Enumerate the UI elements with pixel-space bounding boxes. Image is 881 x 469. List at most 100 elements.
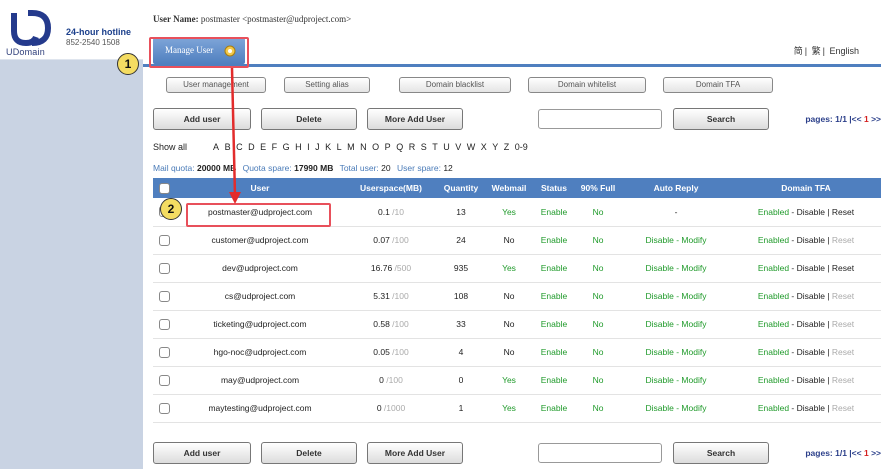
auto-reply-link[interactable]: Disable - Modify — [646, 319, 707, 329]
pagination-next[interactable]: >> — [869, 114, 881, 124]
tfa-disable-link[interactable]: - Disable | — [789, 235, 832, 245]
tfa-disable-link[interactable]: - Disable | — [789, 375, 832, 385]
search-input[interactable] — [538, 109, 662, 129]
letter-filter-item[interactable]: F — [272, 142, 278, 152]
letter-filter-item[interactable]: S — [421, 142, 427, 152]
tfa-disable-link[interactable]: - Disable | — [789, 319, 832, 329]
more-add-user-button-bottom[interactable]: More Add User — [367, 442, 463, 464]
row-user[interactable]: may@udproject.com — [175, 366, 345, 395]
lang-english[interactable]: English — [829, 46, 859, 56]
pagination-next-bottom[interactable]: >> — [869, 448, 881, 458]
row-userspace: 16.76 /500 — [345, 254, 437, 283]
table-row[interactable]: may@udproject.com 0 /100 0 Yes Enable No Disab… — [153, 366, 881, 395]
row-quantity: 24 — [437, 226, 485, 255]
subtab-domain-tfa[interactable]: Domain TFA — [663, 77, 773, 93]
subtab-setting-alias[interactable]: Setting alias — [284, 77, 370, 93]
tfa-disable-link[interactable]: - Disable | — [789, 403, 832, 413]
auto-reply-link[interactable]: Disable - Modify — [646, 263, 707, 273]
letter-filter-item[interactable]: Q — [396, 142, 403, 152]
add-user-button[interactable]: Add user — [153, 108, 251, 130]
tfa-reset-link[interactable]: Reset — [832, 207, 854, 217]
letter-filter-item[interactable]: R — [409, 142, 416, 152]
row-user[interactable]: customer@udproject.com — [175, 226, 345, 255]
letter-filter-item[interactable]: W — [467, 142, 476, 152]
subtab-domain-whitelist[interactable]: Domain whitelist — [528, 77, 646, 93]
row-user[interactable]: hgo-noc@udproject.com — [175, 338, 345, 367]
letter-filter-item[interactable]: Y — [492, 142, 498, 152]
row-checkbox[interactable] — [158, 290, 170, 302]
add-user-button-bottom[interactable]: Add user — [153, 442, 251, 464]
tfa-disable-link[interactable]: - Disable | — [789, 291, 832, 301]
letter-filter-item[interactable]: M — [347, 142, 355, 152]
pagination-text[interactable]: pages: 1/1 |<< — [805, 114, 864, 124]
letter-filter-item[interactable]: P — [385, 142, 391, 152]
tfa-disable-link[interactable]: - Disable | — [789, 347, 832, 357]
letter-filter-item[interactable]: Z — [504, 142, 510, 152]
row-domain-tfa: Enabled - Disable | Reset — [731, 254, 881, 283]
subtab-domain-blacklist[interactable]: Domain blacklist — [399, 77, 511, 93]
row-user[interactable]: maytesting@udproject.com — [175, 394, 345, 423]
letter-filter-item[interactable]: C — [236, 142, 243, 152]
letter-filter-item[interactable]: N — [360, 142, 367, 152]
auto-reply-link[interactable]: Disable - Modify — [646, 291, 707, 301]
letter-filter-item[interactable]: V — [455, 142, 461, 152]
row-user[interactable]: ticketing@udproject.com — [175, 310, 345, 339]
userspace-limit: /10 — [389, 206, 404, 217]
delete-button-bottom[interactable]: Delete — [261, 442, 357, 464]
lang-simplified[interactable]: 简 — [794, 46, 803, 56]
letter-filter-item[interactable]: B — [225, 142, 231, 152]
header-user[interactable]: User — [175, 178, 345, 198]
select-all-checkbox[interactable] — [158, 182, 170, 194]
row-user[interactable]: dev@udproject.com — [175, 254, 345, 283]
search-button-bottom[interactable]: Search — [673, 442, 769, 464]
letter-filter-item[interactable]: D — [248, 142, 255, 152]
letter-filter-item[interactable]: A — [213, 142, 219, 152]
row-checkbox[interactable] — [158, 374, 170, 386]
row-webmail: Yes — [485, 366, 533, 395]
letter-filter-item[interactable]: J — [315, 142, 320, 152]
letter-filter-item[interactable]: U — [443, 142, 450, 152]
more-add-user-button[interactable]: More Add User — [367, 108, 463, 130]
auto-reply-link[interactable]: Disable - Modify — [646, 375, 707, 385]
table-row[interactable]: hgo-noc@udproject.com 0.05 /100 4 No Enable N… — [153, 338, 881, 367]
letter-filter-item[interactable]: 0-9 — [515, 142, 528, 152]
row-select-cell — [153, 226, 175, 255]
row-domain-tfa: Enabled - Disable | Reset — [731, 394, 881, 423]
letter-filter-item[interactable]: I — [307, 142, 310, 152]
letter-filter-item[interactable]: T — [432, 142, 438, 152]
letter-filter-item[interactable]: K — [325, 142, 331, 152]
auto-reply-link[interactable]: Disable - Modify — [646, 403, 707, 413]
show-all-link[interactable]: Show all — [153, 142, 187, 152]
letter-filter-item[interactable]: X — [481, 142, 487, 152]
row-checkbox[interactable] — [158, 346, 170, 358]
auto-reply-link[interactable]: Disable - Modify — [646, 235, 707, 245]
header-userspace[interactable]: Userspace(MB) — [345, 178, 437, 198]
letter-filter-item[interactable]: H — [295, 142, 302, 152]
tfa-reset-link[interactable]: Reset — [832, 263, 854, 273]
letter-filter-item[interactable]: L — [337, 142, 342, 152]
main-content: User Name: postmaster <postmaster@udproj… — [143, 0, 881, 469]
letter-filter-item[interactable]: E — [260, 142, 266, 152]
pagination-text-bottom[interactable]: pages: 1/1 |<< — [805, 448, 864, 458]
header-quantity[interactable]: Quantity — [437, 178, 485, 198]
table-row[interactable]: cs@udproject.com 5.31 /100 108 No Enable No Di… — [153, 282, 881, 311]
lang-traditional[interactable]: 繁 — [812, 46, 821, 56]
tfa-disable-link[interactable]: - Disable | — [789, 263, 832, 273]
tfa-disable-link[interactable]: - Disable | — [789, 207, 832, 217]
table-row[interactable]: customer@udproject.com 0.07 /100 24 No Enabl… — [153, 226, 881, 255]
row-checkbox[interactable] — [158, 262, 170, 274]
search-input-bottom[interactable] — [538, 443, 662, 463]
subtab-user-management[interactable]: User management — [166, 77, 266, 93]
delete-button[interactable]: Delete — [261, 108, 357, 130]
row-checkbox[interactable] — [158, 402, 170, 414]
row-checkbox[interactable] — [158, 234, 170, 246]
letter-filter-item[interactable]: G — [283, 142, 290, 152]
row-checkbox[interactable] — [158, 318, 170, 330]
row-user[interactable]: cs@udproject.com — [175, 282, 345, 311]
table-row[interactable]: maytesting@udproject.com 0 /1000 1 Yes Enabl… — [153, 394, 881, 423]
search-button[interactable]: Search — [673, 108, 769, 130]
table-row[interactable]: dev@udproject.com 16.76 /500 935 Yes Enable N… — [153, 254, 881, 283]
letter-filter-item[interactable]: O — [372, 142, 379, 152]
table-row[interactable]: ticketing@udproject.com 0.58 /100 33 No Enab… — [153, 310, 881, 339]
auto-reply-link[interactable]: Disable - Modify — [646, 347, 707, 357]
